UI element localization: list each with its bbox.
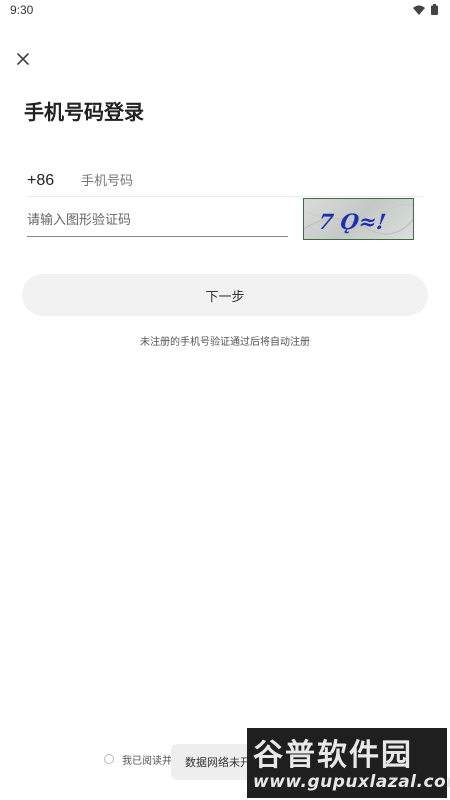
toast-text: 数据网络未开: [185, 756, 251, 769]
status-bar: 9:30: [0, 0, 450, 22]
close-icon: [17, 53, 29, 65]
register-hint: 未注册的手机号验证通过后将自动注册: [140, 337, 310, 348]
watermark-url: www.gupuxlazal.com: [253, 772, 450, 792]
captcha-input[interactable]: [27, 204, 288, 237]
next-button[interactable]: 下一步: [22, 274, 428, 316]
status-icons: [413, 4, 438, 15]
phone-row: +86: [27, 166, 423, 197]
watermark-title: 谷普软件园: [253, 738, 413, 773]
captcha-text: 7 Ǫ≈!: [317, 209, 388, 234]
battery-icon: [431, 4, 438, 15]
country-code[interactable]: +86: [27, 172, 54, 190]
agreement-text[interactable]: 我已阅读并: [122, 752, 172, 767]
page-title: 手机号码登录: [24, 100, 144, 124]
agreement-radio[interactable]: [104, 754, 114, 764]
close-button[interactable]: [12, 48, 34, 70]
agreement-row: 我已阅读并: [104, 752, 172, 767]
status-time: 9:30: [10, 3, 34, 17]
captcha-image[interactable]: 7 Ǫ≈!: [303, 198, 414, 240]
watermark: 谷普软件园 www.gupuxlazal.com: [247, 728, 450, 798]
wifi-icon: [413, 5, 425, 15]
phone-input[interactable]: [79, 166, 413, 196]
